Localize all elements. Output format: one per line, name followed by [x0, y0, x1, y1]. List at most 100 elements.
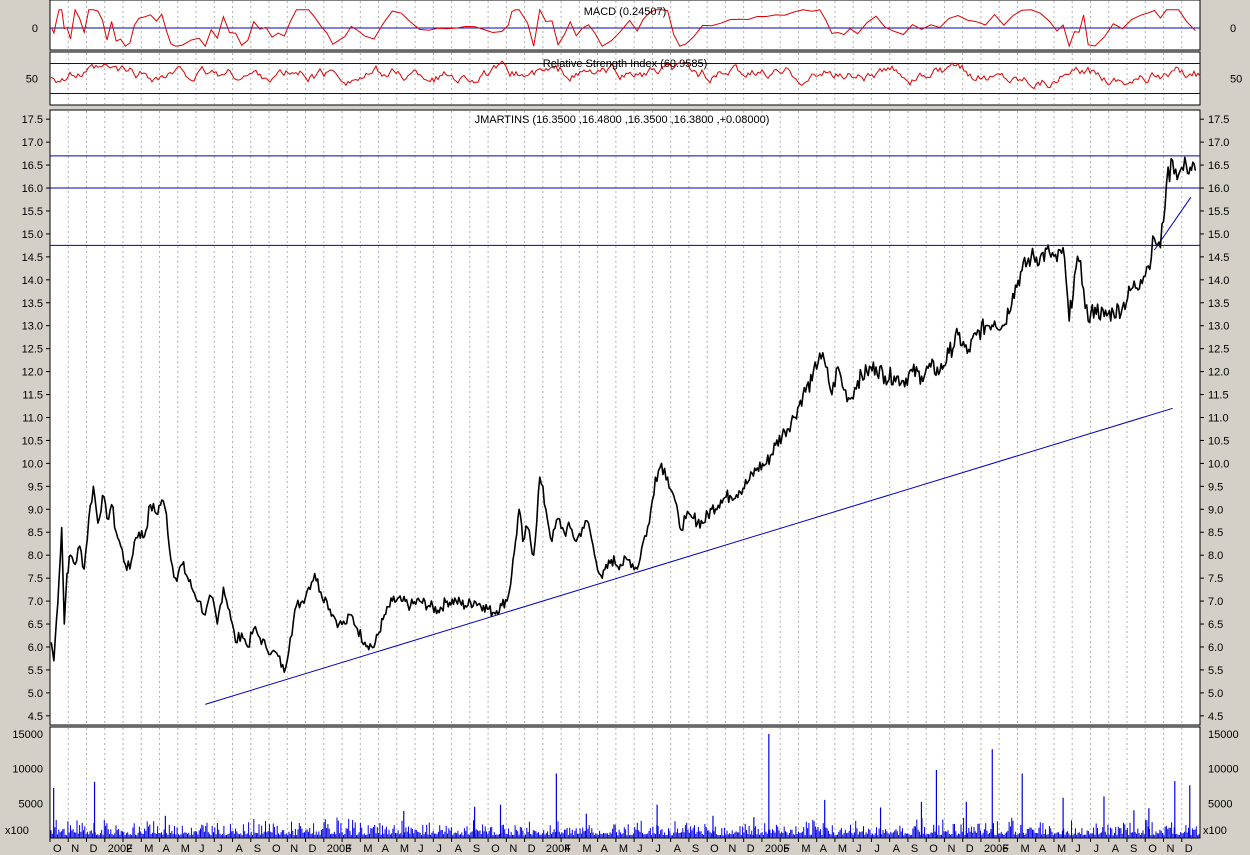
y-tick-label-left: 14.0: [22, 275, 43, 287]
x-tick-label: O: [272, 843, 281, 855]
y-tick-label-left: 17.5: [22, 114, 43, 126]
x-tick-label: J: [418, 843, 424, 855]
x-tick-label: A: [163, 843, 171, 855]
y-tick-label-right: 9.0: [1208, 504, 1223, 516]
x-tick-label: J: [874, 843, 880, 855]
y-tick-label-right: 15.5: [1208, 206, 1229, 218]
x-tick-label: O: [1148, 843, 1157, 855]
y-tick-label-left: 12.5: [22, 344, 43, 356]
x-tick-label: M: [1020, 843, 1029, 855]
macd-title: MACD (0.24507): [584, 6, 667, 18]
volume-y-label-right: 10000: [1208, 764, 1239, 776]
y-tick-label-left: 9.0: [28, 504, 43, 516]
x-tick-label: N: [290, 843, 298, 855]
y-tick-label-left: 10.0: [22, 458, 43, 470]
x-tick-label: O: [929, 843, 938, 855]
y-tick-label-left: 13.5: [22, 298, 43, 310]
y-tick-label-left: 16.5: [22, 160, 43, 172]
y-tick-label-left: 10.5: [22, 435, 43, 447]
x-tick-label: D: [90, 843, 98, 855]
x-tick-label: A: [1039, 843, 1047, 855]
price-panel: 17.5 17.5 17.0 17.0 16.5 16.5 16.0 16.0 15.5 15.5…: [22, 109, 1229, 726]
rsi-title: Relative Strength Index (60.9585): [543, 58, 708, 70]
y-tick-label-left: 7.5: [28, 573, 43, 585]
x-tick-label: N: [71, 843, 79, 855]
y-tick-label-left: 6.0: [28, 642, 43, 654]
x-tick-label: F: [126, 843, 133, 855]
y-tick-label-left: 5.5: [28, 665, 43, 677]
y-tick-label-right: 7.5: [1208, 573, 1223, 585]
x-tick-label: O: [710, 843, 719, 855]
x-tick-label: O: [491, 843, 500, 855]
y-tick-label-right: 11.5: [1208, 390, 1229, 402]
x-tick-label: J: [655, 843, 661, 855]
x-tick-label: S: [254, 843, 261, 855]
rsi-y-label-left: 50: [26, 74, 38, 86]
y-tick-label-right: 7.0: [1208, 596, 1223, 608]
y-tick-label-left: 4.5: [28, 711, 43, 723]
price-title: JMARTINS (16.3500 ,16.4800 ,16.3500 ,16.…: [475, 114, 770, 126]
volume-y-label-left: 10000: [12, 764, 43, 776]
x-tick-label: M: [144, 843, 153, 855]
y-tick-label-right: 15.0: [1208, 229, 1229, 241]
x-tick-label: D: [309, 843, 317, 855]
stock-chart: 0 0 50 50 17.5 17.5 17.0 17.0 16.5 16.5 16.0 16.0…: [0, 0, 1250, 855]
y-tick-label-left: 15.0: [22, 229, 43, 241]
x-tick-label: F: [1002, 843, 1009, 855]
y-tick-label-left: 11.5: [22, 390, 43, 402]
y-tick-label-right: 14.5: [1208, 252, 1229, 264]
y-tick-label-left: 13.0: [22, 321, 43, 333]
volume-unit-right: x100: [1203, 825, 1227, 837]
x-tick-label: M: [801, 843, 810, 855]
macd-y-label-right: 0: [1230, 23, 1236, 35]
x-tick-label: N: [728, 843, 736, 855]
y-tick-label-right: 5.5: [1208, 665, 1223, 677]
x-tick-label: F: [345, 843, 352, 855]
x-tick-label: J: [637, 843, 643, 855]
volume-y-label-left: 15000: [12, 729, 43, 741]
x-tick-label: A: [455, 843, 463, 855]
y-tick-label-right: 10.0: [1208, 458, 1229, 470]
y-tick-label-right: 13.0: [1208, 321, 1229, 333]
y-tick-label-right: 8.5: [1208, 527, 1223, 539]
x-tick-label: J: [1075, 843, 1081, 855]
x-tick-label: A: [674, 843, 682, 855]
x-tick-label: S: [473, 843, 480, 855]
y-tick-label-right: 17.5: [1208, 114, 1229, 126]
y-tick-label-left: 5.0: [28, 688, 43, 700]
y-tick-label-right: 11.0: [1208, 413, 1229, 425]
y-tick-label-left: 14.5: [22, 252, 43, 264]
y-tick-label-right: 13.5: [1208, 298, 1229, 310]
y-tick-label-left: 8.0: [28, 550, 43, 562]
x-tick-label: M: [363, 843, 372, 855]
y-tick-label-left: 15.5: [22, 206, 43, 218]
rsi-y-label-right: 50: [1230, 74, 1242, 86]
x-tick-label: J: [436, 843, 442, 855]
x-tick-label: A: [820, 843, 828, 855]
x-tick-label: N: [509, 843, 517, 855]
y-tick-label-right: 10.5: [1208, 435, 1229, 447]
volume-y-label-right: 15000: [1208, 729, 1239, 741]
x-tick-label: A: [1112, 843, 1120, 855]
y-tick-label-left: 16.0: [22, 183, 43, 195]
x-tick-label: A: [893, 843, 901, 855]
volume-y-label-left: 5000: [19, 798, 43, 810]
y-tick-label-left: 6.5: [28, 619, 43, 631]
x-tick-label: N: [947, 843, 955, 855]
y-tick-label-right: 16.0: [1208, 183, 1229, 195]
x-tick-label: O: [53, 843, 62, 855]
y-tick-label-left: 12.0: [22, 367, 43, 379]
x-tick-label: S: [692, 843, 699, 855]
y-tick-label-right: 6.5: [1208, 619, 1223, 631]
y-tick-label-right: 12.0: [1208, 367, 1229, 379]
x-tick-label: M: [619, 843, 628, 855]
y-tick-label-left: 17.0: [22, 137, 43, 149]
x-tick-label: M: [181, 843, 190, 855]
x-tick-label: A: [382, 843, 390, 855]
x-tick-label: J: [199, 843, 205, 855]
volume-y-label-right: 5000: [1208, 798, 1232, 810]
x-tick-label: S: [911, 843, 918, 855]
y-tick-label-right: 16.5: [1208, 160, 1229, 172]
x-tick-label: A: [601, 843, 609, 855]
x-tick-label: F: [564, 843, 571, 855]
